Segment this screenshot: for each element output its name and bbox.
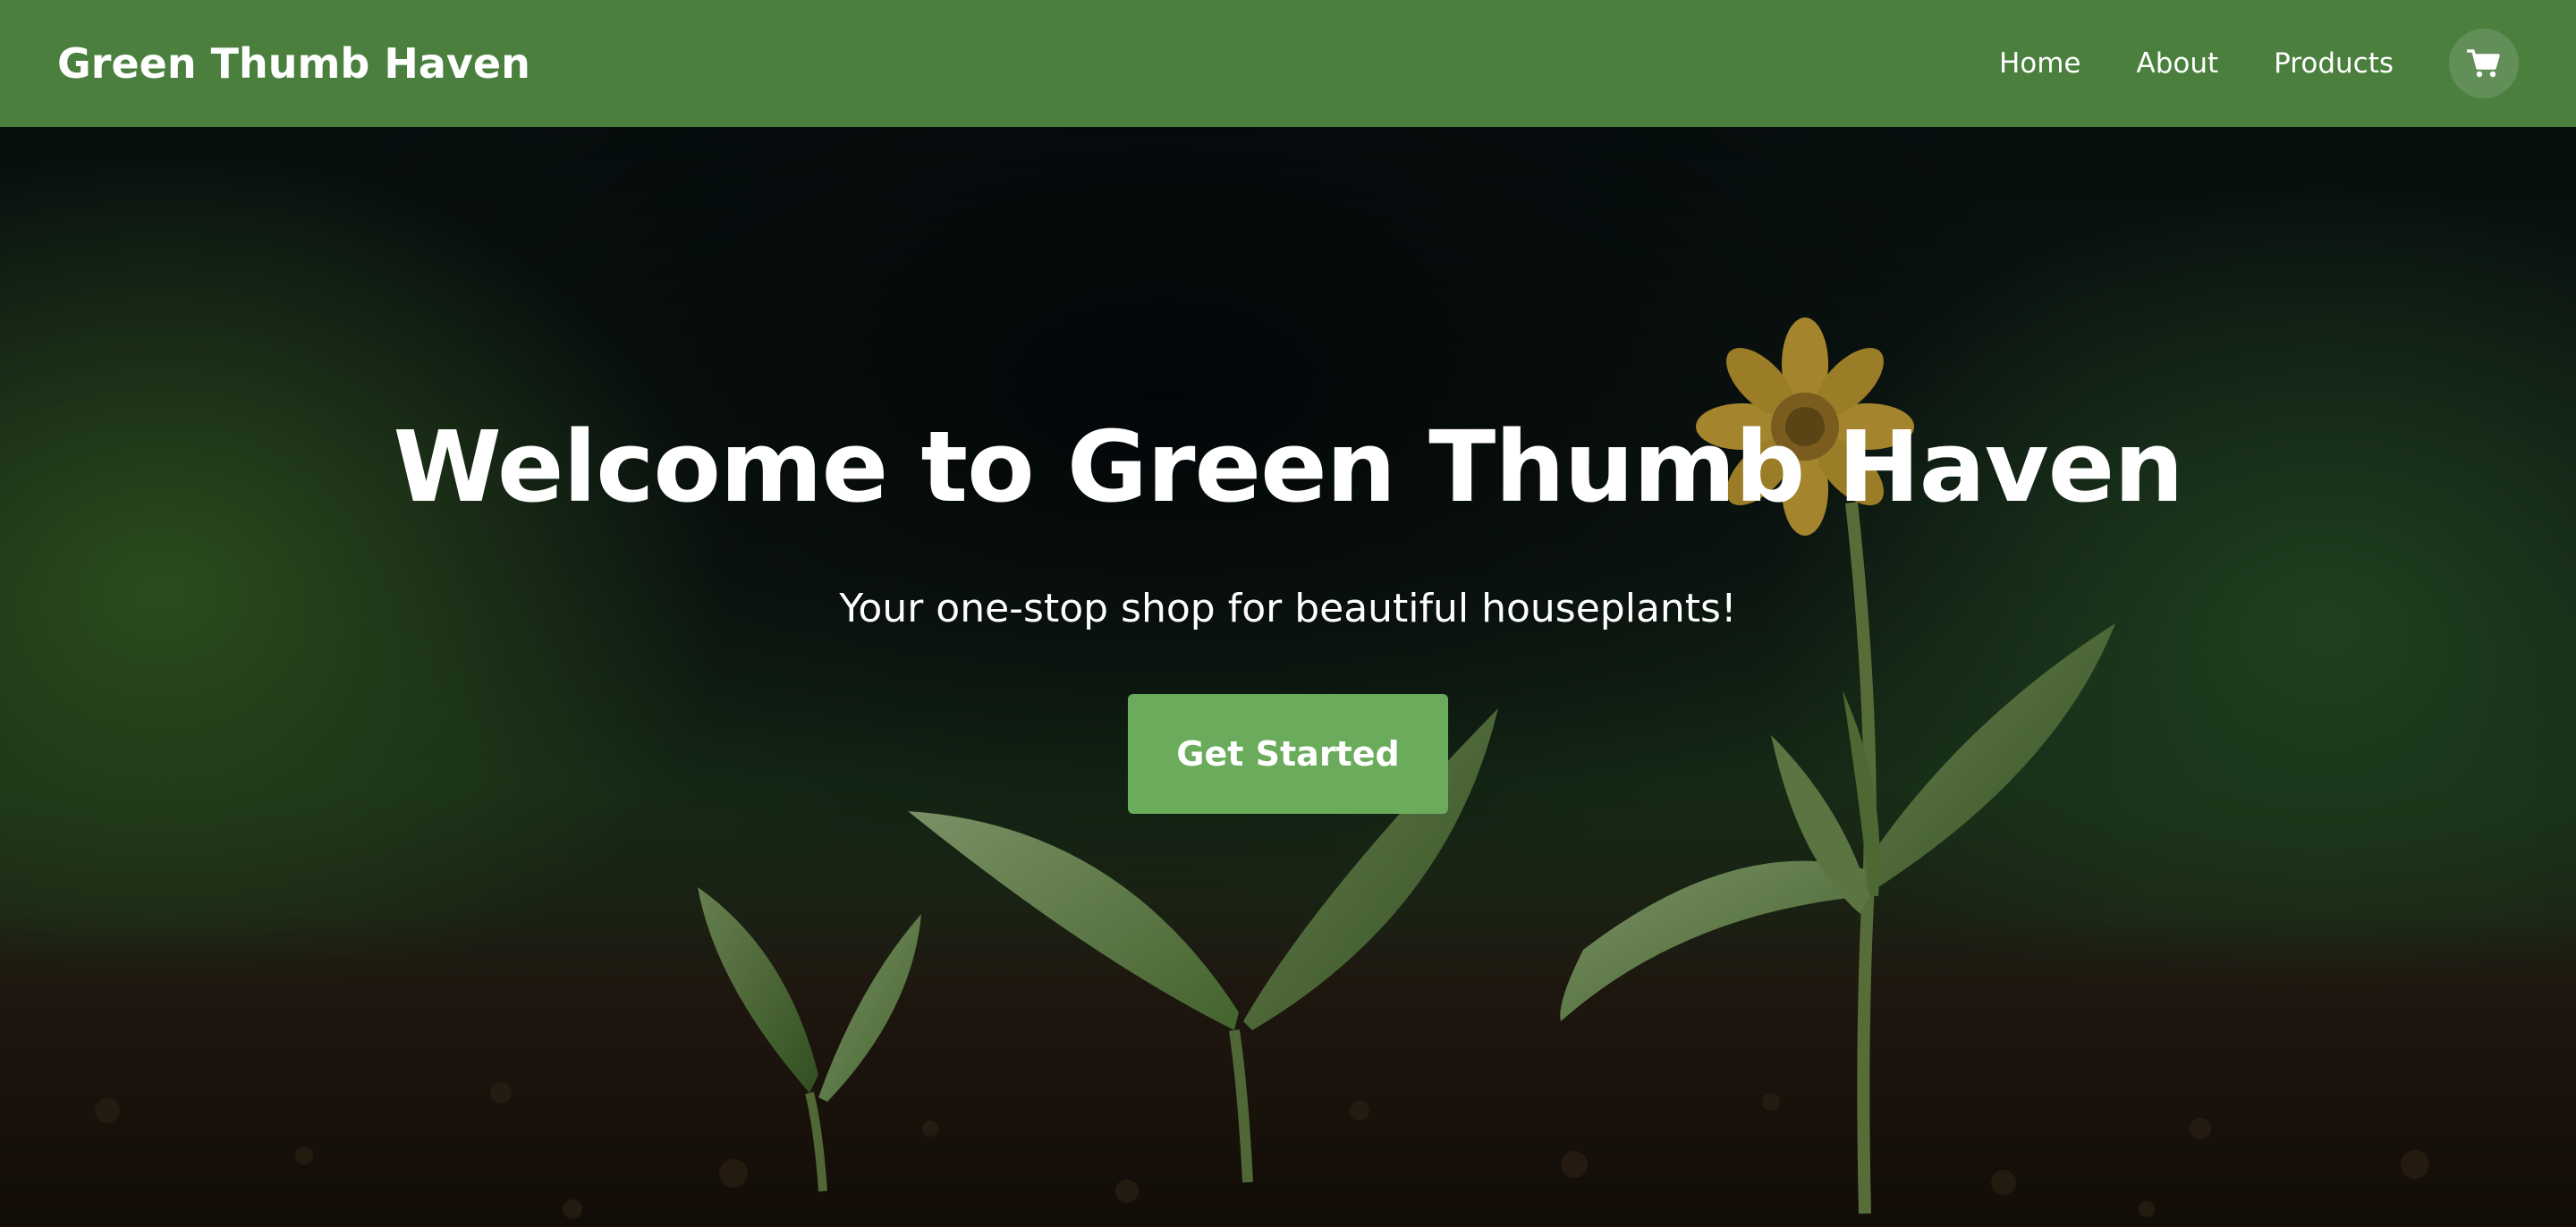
navbar: Green Thumb Haven Home About Products [0,0,2576,127]
hero-section: Welcome to Green Thumb Haven Your one-st… [0,127,2576,1227]
nav-links: Home About Products [1999,47,2394,80]
nav-link-products[interactable]: Products [2274,47,2394,80]
hero-title: Welcome to Green Thumb Haven [393,410,2183,524]
get-started-button[interactable]: Get Started [1128,694,1448,814]
cart-button[interactable] [2449,29,2519,98]
shopping-cart-icon [2467,49,2500,78]
nav-link-home[interactable]: Home [1999,47,2081,80]
hero-subtitle: Your one-stop shop for beautiful housepl… [839,586,1737,631]
nav-link-about[interactable]: About [2136,47,2218,80]
hero-content: Welcome to Green Thumb Haven Your one-st… [0,127,2576,1227]
brand-logo-text[interactable]: Green Thumb Haven [57,39,530,88]
page: Green Thumb Haven Home About Products We… [0,0,2576,1227]
